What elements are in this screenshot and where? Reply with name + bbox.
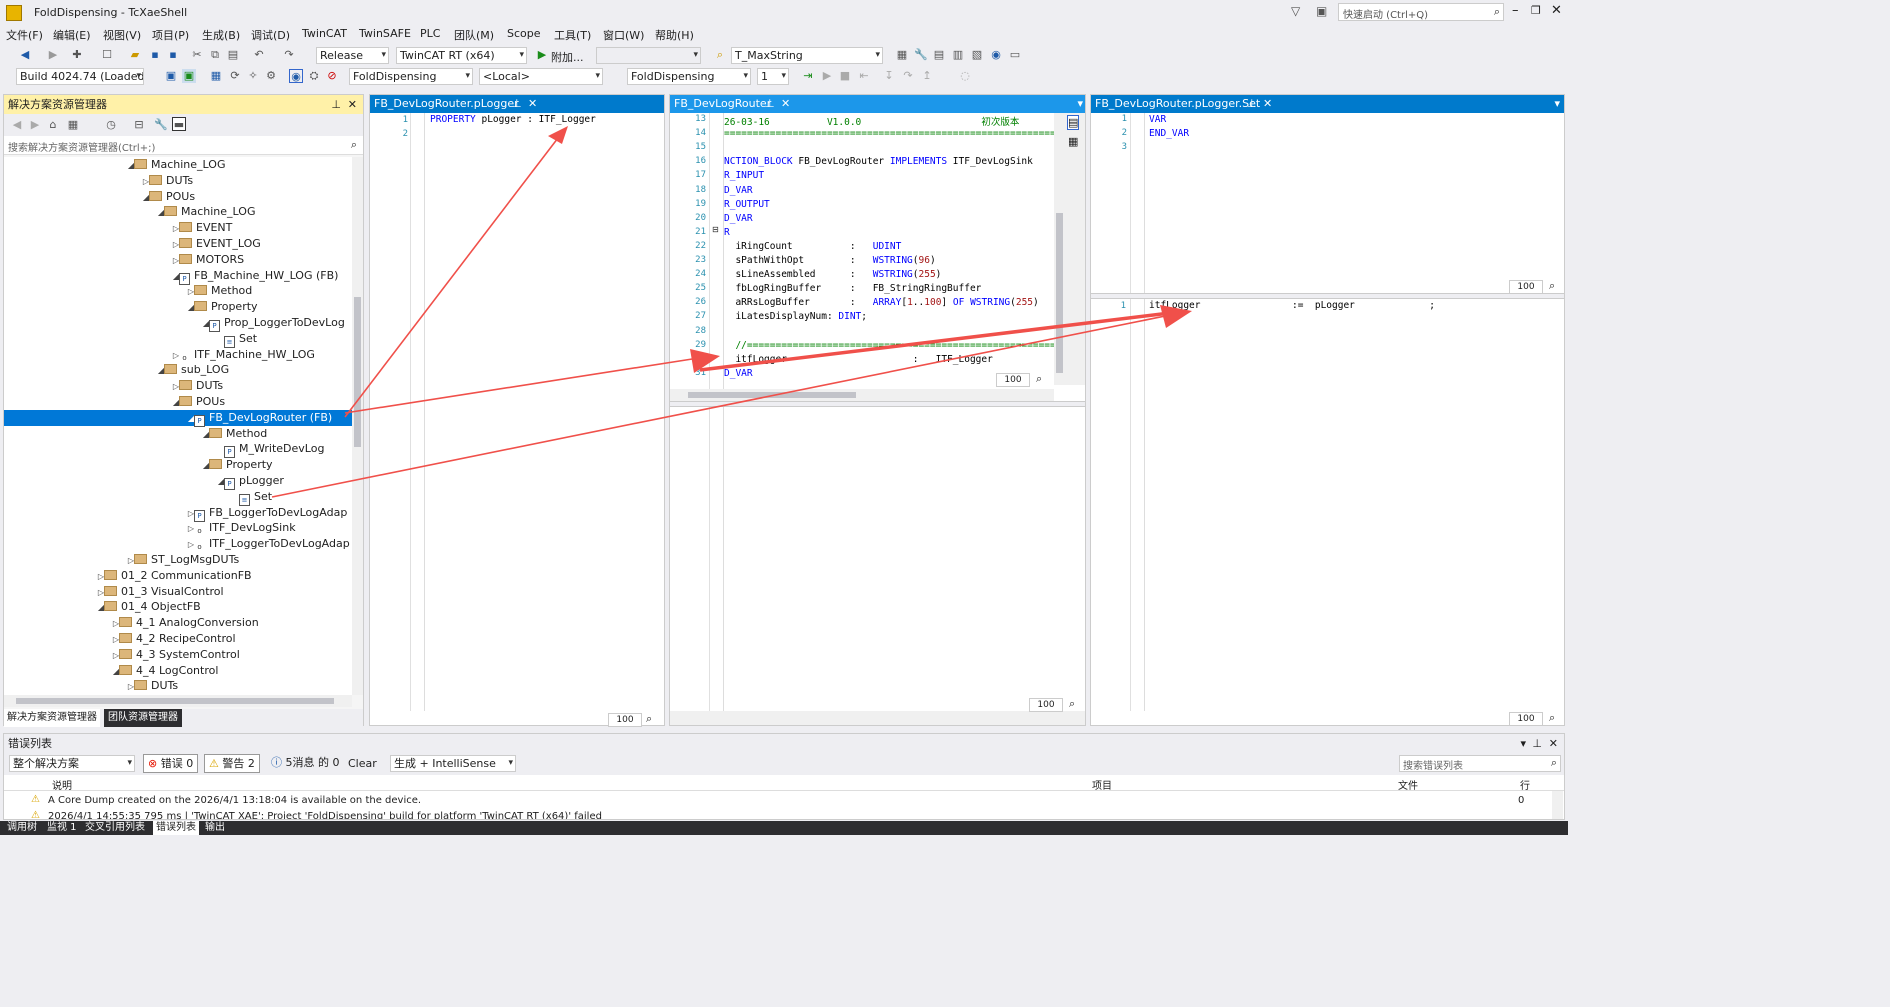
- annotation-arrow-2: [344, 349, 720, 414]
- annotation-arrow-4: [699, 311, 1171, 372]
- annotation-arrow-3: [271, 305, 1192, 498]
- annotation-arrow-1: [344, 126, 568, 418]
- annotation-arrows: [271, 126, 1192, 498]
